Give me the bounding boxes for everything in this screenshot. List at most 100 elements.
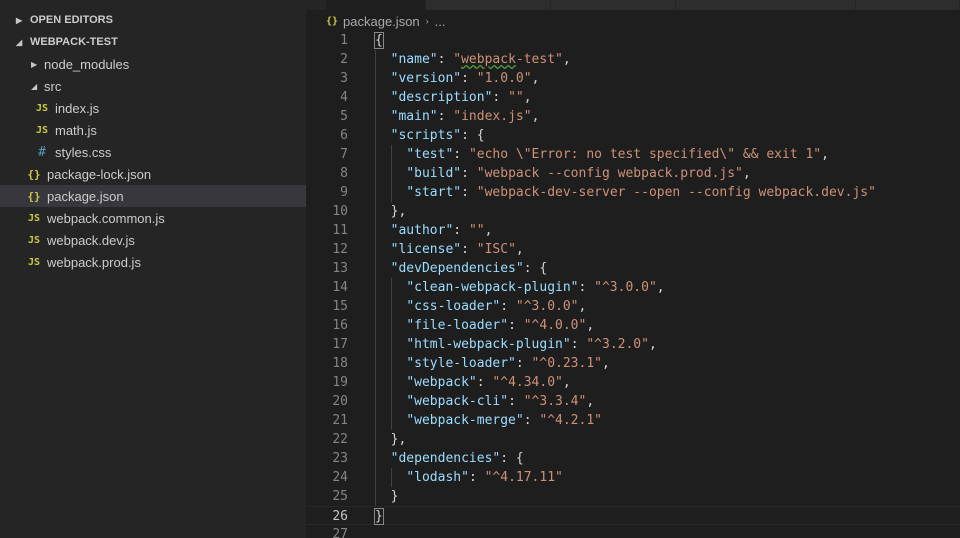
- tab[interactable]: [856, 0, 960, 10]
- code-text: "main": "index.js",: [390, 109, 540, 124]
- code-line[interactable]: 27: [306, 525, 960, 538]
- tree-item-styles-css[interactable]: # styles.css: [0, 141, 306, 163]
- code-text: "license": "ISC",: [390, 242, 524, 257]
- code-text: "style-loader": "^0.23.1",: [406, 356, 610, 371]
- chevron-right-icon: ▶: [31, 59, 38, 69]
- js-file-icon: JS: [27, 212, 41, 224]
- js-file-icon: JS: [35, 102, 49, 114]
- code-line[interactable]: 2 "name": "webpack-test",: [306, 50, 960, 69]
- code-line[interactable]: 20 "webpack-cli": "^3.3.4",: [306, 392, 960, 411]
- code-line[interactable]: 1{: [306, 31, 960, 50]
- line-number: 11: [332, 223, 348, 238]
- line-number: 19: [332, 375, 348, 390]
- file-tree: ▶ node_modules ◢ src JS index.js JS math.js # sty…: [0, 53, 306, 273]
- tree-item-webpack-common-js[interactable]: JS webpack.common.js: [0, 207, 306, 229]
- code-line[interactable]: 13 "devDependencies": {: [306, 259, 960, 278]
- line-number: 20: [332, 394, 348, 409]
- code-line[interactable]: 19 "webpack": "^4.34.0",: [306, 373, 960, 392]
- breadcrumb-file[interactable]: package.json: [343, 14, 420, 29]
- project-header[interactable]: ◢ WEBPACK-TEST: [0, 31, 306, 53]
- code-text: "devDependencies": {: [390, 261, 548, 276]
- code-line[interactable]: 16 "file-loader": "^4.0.0",: [306, 316, 960, 335]
- js-file-icon: JS: [35, 124, 49, 136]
- json-file-icon: {}: [326, 15, 339, 27]
- project-label: WEBPACK-TEST: [30, 36, 118, 48]
- line-number: 24: [332, 470, 348, 485]
- code-text: "author": "",: [390, 223, 493, 238]
- line-number: 7: [340, 147, 348, 162]
- code-line[interactable]: 14 "clean-webpack-plugin": "^3.0.0",: [306, 278, 960, 297]
- tree-item-src[interactable]: ◢ src: [0, 75, 306, 97]
- tree-item-label: index.js: [55, 100, 100, 116]
- line-number: 25: [332, 489, 348, 504]
- code-text: "lodash": "^4.17.11": [406, 470, 563, 485]
- code-editor[interactable]: 1{2 "name": "webpack-test", 3 "version": …: [306, 31, 960, 538]
- js-file-icon: JS: [27, 256, 41, 268]
- code-text: "webpack-merge": "^4.2.1": [406, 413, 602, 428]
- line-number: 6: [340, 128, 348, 143]
- code-line[interactable]: 10 },: [306, 202, 960, 221]
- line-number: 10: [332, 204, 348, 219]
- tree-item-label: src: [44, 78, 62, 94]
- code-line[interactable]: 12 "license": "ISC",: [306, 240, 960, 259]
- tree-item-label: node_modules: [44, 56, 130, 72]
- breadcrumb-symbol[interactable]: ...: [435, 14, 446, 29]
- tree-item-index-js[interactable]: JS index.js: [0, 97, 306, 119]
- code-text: },: [375, 204, 407, 219]
- line-number: 8: [340, 166, 348, 181]
- tree-item-label: webpack.common.js: [47, 210, 165, 226]
- code-text: "file-loader": "^4.0.0",: [406, 318, 595, 333]
- code-line[interactable]: 11 "author": "",: [306, 221, 960, 240]
- code-line[interactable]: 26}: [306, 506, 960, 525]
- tab[interactable]: [551, 0, 676, 10]
- json-file-icon: {}: [27, 167, 41, 181]
- code-line[interactable]: 4 "description": "",: [306, 88, 960, 107]
- tree-item-webpack-prod-js[interactable]: JS webpack.prod.js: [0, 251, 306, 273]
- line-number: 23: [332, 451, 348, 466]
- line-number: 9: [340, 185, 348, 200]
- code-text: "clean-webpack-plugin": "^3.0.0",: [406, 280, 665, 295]
- line-number: 5: [340, 109, 348, 124]
- line-number: 2: [340, 52, 348, 67]
- code-line[interactable]: 3 "version": "1.0.0",: [306, 69, 960, 88]
- tab[interactable]: [676, 0, 856, 10]
- tree-item-package-lock-json[interactable]: {} package-lock.json: [0, 163, 306, 185]
- code-text: "webpack-cli": "^3.3.4",: [406, 394, 595, 409]
- css-file-icon: #: [38, 144, 46, 160]
- code-line[interactable]: 18 "style-loader": "^0.23.1",: [306, 354, 960, 373]
- line-number: 3: [340, 71, 348, 86]
- code-line[interactable]: 22 },: [306, 430, 960, 449]
- tab[interactable]: [426, 0, 551, 10]
- code-line[interactable]: 8 "build": "webpack --config webpack.pro…: [306, 164, 960, 183]
- code-text: },: [375, 432, 407, 447]
- chevron-right-icon: ›: [425, 16, 429, 26]
- code-text: "dependencies": {: [390, 451, 524, 466]
- code-line[interactable]: 6 "scripts": {: [306, 126, 960, 145]
- code-line[interactable]: 15 "css-loader": "^3.0.0",: [306, 297, 960, 316]
- tree-item-webpack-dev-js[interactable]: JS webpack.dev.js: [0, 229, 306, 251]
- open-editors-label: OPEN EDITORS: [30, 14, 113, 26]
- tree-item-package-json[interactable]: {} package.json: [0, 185, 306, 207]
- code-line[interactable]: 24 "lodash": "^4.17.11": [306, 468, 960, 487]
- code-text: "description": "",: [390, 90, 532, 105]
- code-text: "webpack": "^4.34.0",: [406, 375, 571, 390]
- line-number: 1: [340, 33, 348, 48]
- line-number: 26: [332, 509, 348, 524]
- tree-item-label: webpack.dev.js: [47, 232, 135, 248]
- tree-item-node-modules[interactable]: ▶ node_modules: [0, 53, 306, 75]
- code-line[interactable]: 7 "test": "echo \"Error: no test specifi…: [306, 145, 960, 164]
- open-editors-header[interactable]: ▶ OPEN EDITORS: [0, 9, 306, 31]
- tab-strip: [306, 0, 960, 10]
- tab[interactable]: [326, 0, 426, 10]
- code-line[interactable]: 17 "html-webpack-plugin": "^3.2.0",: [306, 335, 960, 354]
- code-text: }: [375, 489, 399, 504]
- code-line[interactable]: 9 "start": "webpack-dev-server --open --…: [306, 183, 960, 202]
- line-number: 12: [332, 242, 348, 257]
- code-text: "build": "webpack --config webpack.prod.…: [406, 166, 751, 181]
- code-line[interactable]: 21 "webpack-merge": "^4.2.1": [306, 411, 960, 430]
- code-line[interactable]: 23 "dependencies": {: [306, 449, 960, 468]
- tree-item-math-js[interactable]: JS math.js: [0, 119, 306, 141]
- code-line[interactable]: 25 }: [306, 487, 960, 506]
- tree-item-label: webpack.prod.js: [47, 254, 141, 270]
- code-line[interactable]: 5 "main": "index.js",: [306, 107, 960, 126]
